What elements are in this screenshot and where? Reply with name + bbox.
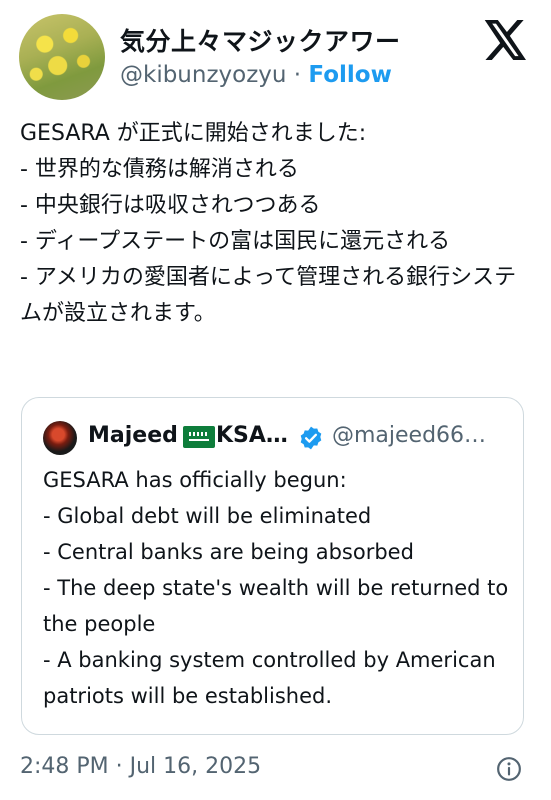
verified-badge-icon <box>300 426 322 450</box>
quoted-avatar[interactable] <box>43 421 77 455</box>
profile-avatar[interactable] <box>19 14 105 100</box>
quoted-tweet[interactable]: Majeed KSA… @majeed66… GESARA has offici… <box>21 397 524 735</box>
tweet-text: GESARA が正式に開始されました: - 世界的な債務は解消される - 中央銀… <box>20 121 517 326</box>
saudi-flag-icon <box>183 426 215 448</box>
info-icon[interactable] <box>496 756 522 782</box>
quoted-display-name[interactable]: Majeed <box>88 423 178 448</box>
display-name[interactable]: 気分上々マジックアワー <box>120 22 401 58</box>
quoted-handle[interactable]: @majeed66… <box>332 423 486 448</box>
x-logo-icon[interactable] <box>484 20 528 60</box>
user-handle[interactable]: @kibunzyozyu <box>120 62 286 88</box>
quoted-display-name-suffix[interactable]: KSA… <box>216 423 288 448</box>
separator: · <box>286 62 309 88</box>
timestamp[interactable]: 2:48 PM · Jul 16, 2025 <box>20 754 261 779</box>
quoted-tweet-text: GESARA has officially begun: - Global de… <box>43 468 509 708</box>
handle-row: @kibunzyozyu · Follow <box>120 62 392 88</box>
follow-button[interactable]: Follow <box>308 62 391 88</box>
